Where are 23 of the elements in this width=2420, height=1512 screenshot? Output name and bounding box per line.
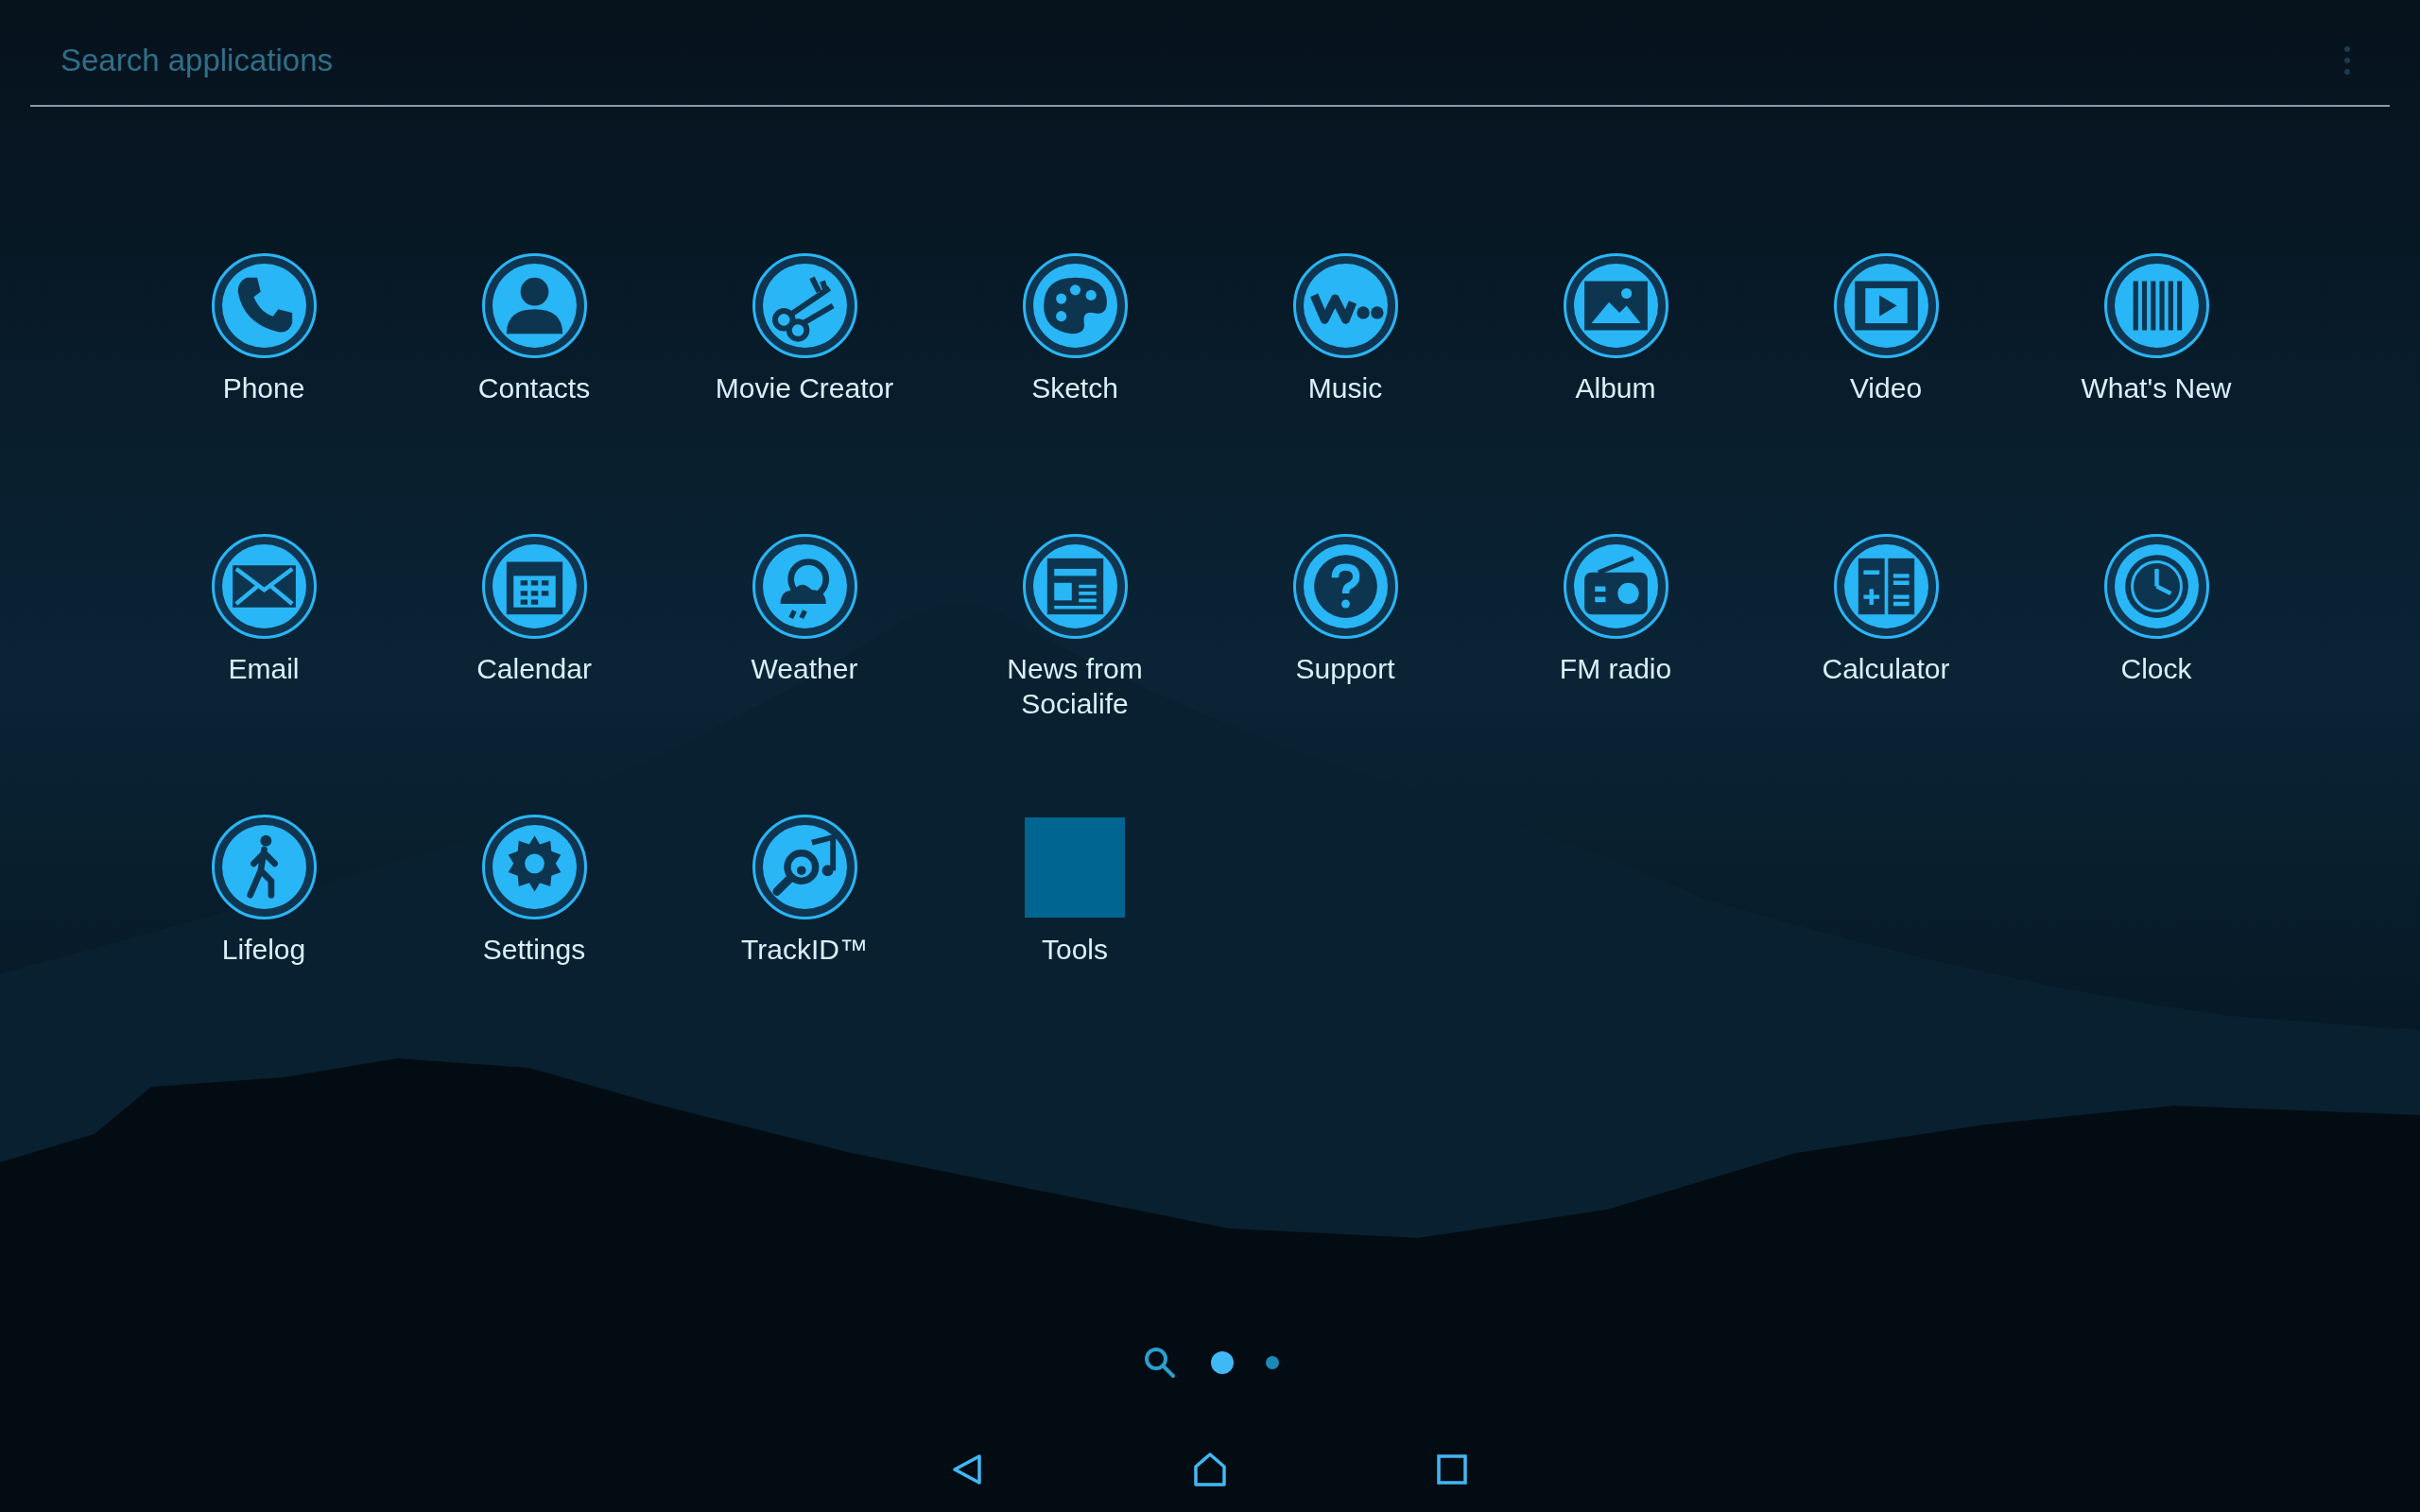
app-shortcut[interactable]: Calendar xyxy=(411,534,657,687)
app-shortcut[interactable]: FM radio xyxy=(1493,534,1738,687)
app-shortcut[interactable]: Weather xyxy=(682,534,927,687)
app-shortcut[interactable]: Music xyxy=(1222,253,1468,406)
app-shortcut[interactable]: What's New xyxy=(2033,253,2279,406)
app-shortcut[interactable]: Sketch xyxy=(952,253,1198,406)
home-icon[interactable] xyxy=(1191,1451,1229,1488)
folder-icon xyxy=(1025,817,1125,918)
app-shortcut[interactable]: Album xyxy=(1493,253,1738,406)
app-shortcut[interactable]: Movie Creator xyxy=(682,253,927,406)
app-shortcut[interactable]: Support xyxy=(1222,534,1468,687)
app-shortcut[interactable]: Settings xyxy=(411,815,657,968)
app-shortcut[interactable]: Tools xyxy=(952,815,1198,968)
app-shortcut[interactable]: Contacts xyxy=(411,253,657,406)
app-shortcut[interactable]: Calculator xyxy=(1763,534,2009,687)
app-shortcut[interactable]: Video xyxy=(1763,253,2009,406)
app-shortcut[interactable]: TrackID™ xyxy=(682,815,927,968)
app-shortcut[interactable]: Clock xyxy=(2033,534,2279,687)
search-field[interactable]: Search applications xyxy=(30,42,2342,78)
app-shortcut[interactable]: Email xyxy=(141,534,387,687)
app-shortcut[interactable]: Lifelog xyxy=(141,815,387,968)
app-shortcut[interactable]: News from Socialife xyxy=(952,534,1198,722)
app-shortcut[interactable]: Phone xyxy=(141,253,387,406)
